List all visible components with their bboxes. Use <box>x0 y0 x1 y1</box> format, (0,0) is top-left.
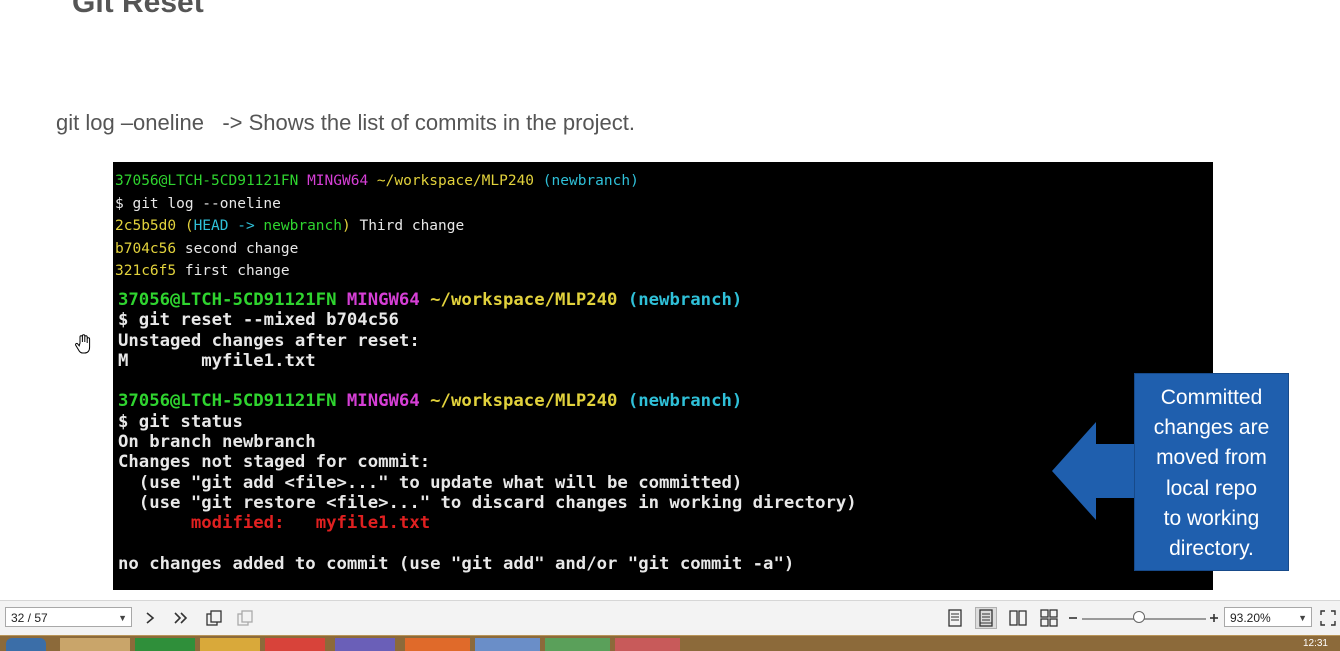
ref-close: ) <box>342 218 351 234</box>
two-page-icon <box>1009 610 1027 626</box>
command-line: $ git status <box>118 411 243 432</box>
fit-icon <box>237 610 253 626</box>
slide-subtitle: git log –oneline -> Shows the list of co… <box>56 110 636 135</box>
command-line: $ git reset --mixed b704c56 <box>118 310 399 331</box>
prompt-path: ~/workspace/MLP240 <box>430 290 618 310</box>
taskbar-app-red[interactable] <box>615 638 680 651</box>
windows-taskbar: 12:31 <box>0 635 1340 651</box>
two-page-view-button[interactable] <box>1007 607 1029 629</box>
fullscreen-icon <box>1320 610 1336 626</box>
output-line: Unstaged changes after reset: <box>118 330 420 351</box>
prompt-user: 37056@LTCH-5CD91121FN <box>118 391 337 412</box>
prompt-path: ~/workspace/MLP240 <box>430 391 618 412</box>
output-line: (use "git restore <file>..." to discard … <box>118 492 857 513</box>
terminal-screenshot: 37056@LTCH-5CD91121FN MINGW64 ~/workspac… <box>113 162 1213 590</box>
continuous-page-view-button[interactable] <box>975 607 997 629</box>
page-indicator: 32 / 57 <box>11 611 48 625</box>
start-button[interactable] <box>6 638 46 651</box>
rotate-button[interactable] <box>203 607 225 629</box>
terminal-log-block: 37056@LTCH-5CD91121FN MINGW64 ~/workspac… <box>115 170 639 283</box>
prompt-branch: (newbranch) <box>627 391 743 412</box>
taskbar-app-powerpoint[interactable] <box>405 638 470 651</box>
terminal-reset-block: 37056@LTCH-5CD91121FN MINGW64 ~/workspac… <box>118 290 857 574</box>
prompt-shell: MINGW64 <box>307 173 369 189</box>
prompt-user: 37056@LTCH-5CD91121FN <box>118 290 337 310</box>
last-page-icon <box>174 612 188 624</box>
zoom-level: 93.20% <box>1230 611 1271 625</box>
commit-message: Third change <box>359 218 465 234</box>
command-line: $ git log --oneline <box>115 195 281 212</box>
branch-ref: newbranch <box>263 218 342 234</box>
zoom-in-icon <box>1210 614 1218 622</box>
callout-line: moved from <box>1156 446 1267 470</box>
single-page-view-button[interactable] <box>944 607 966 629</box>
commit-message: second change <box>184 240 299 257</box>
taskbar-app-folder[interactable] <box>200 638 260 651</box>
chevron-down-icon: ▼ <box>1298 613 1307 623</box>
head-ref: HEAD -> <box>193 218 255 234</box>
hand-cursor-icon <box>75 334 91 354</box>
left-arrow-icon <box>1052 422 1142 520</box>
zoom-select[interactable]: 93.20% ▼ <box>1224 607 1312 627</box>
ref-open: ( <box>184 218 194 234</box>
status-flag: M <box>118 350 129 371</box>
callout-line: to working <box>1163 506 1260 530</box>
callout-box: Committed changes are moved from local r… <box>1134 373 1289 571</box>
modified-file: myfile1.txt <box>315 513 431 534</box>
fit-button[interactable] <box>234 607 256 629</box>
commit-hash: 2c5b5d0 <box>115 218 177 234</box>
commit-message: first change <box>184 263 290 279</box>
zoom-in-button[interactable] <box>1203 607 1225 629</box>
taskbar-app-explorer[interactable] <box>60 638 130 651</box>
callout-line: Committed <box>1160 386 1263 409</box>
taskbar-app-green[interactable] <box>545 638 610 651</box>
slide-title: Git Reset <box>72 0 204 19</box>
rotate-icon <box>206 610 222 626</box>
fullscreen-button[interactable] <box>1317 607 1339 629</box>
zoom-out-icon <box>1069 617 1077 619</box>
prompt-shell: MINGW64 <box>346 391 420 412</box>
file-name: myfile1.txt <box>201 350 316 371</box>
prompt-branch: (newbranch) <box>542 173 639 189</box>
viewer-toolbar: 32 / 57 ▼ 93.20% ▼ <box>0 600 1340 635</box>
callout-line: changes are <box>1153 416 1270 440</box>
callout-line: local repo <box>1165 476 1258 500</box>
next-page-icon <box>146 612 155 624</box>
prompt-path: ~/workspace/MLP240 <box>376 173 535 189</box>
output-line: no changes added to commit (use "git add… <box>118 553 795 574</box>
prompt-branch: (newbranch) <box>627 290 743 310</box>
next-page-button[interactable] <box>139 607 161 629</box>
commit-hash: 321c6f5 <box>115 263 177 279</box>
callout-line: directory. <box>1169 537 1254 561</box>
prompt-user: 37056@LTCH-5CD91121FN <box>115 173 299 189</box>
chevron-down-icon: ▼ <box>118 613 127 623</box>
commit-hash: b704c56 <box>115 240 177 257</box>
continuous-page-icon <box>979 609 993 627</box>
output-line: (use "git add <file>..." to update what … <box>118 472 743 493</box>
two-page-continuous-icon <box>1040 609 1058 627</box>
two-page-continuous-view-button[interactable] <box>1038 607 1060 629</box>
taskbar-app-teams[interactable] <box>335 638 395 651</box>
last-page-button[interactable] <box>170 607 192 629</box>
zoom-out-button[interactable] <box>1062 607 1084 629</box>
output-line: On branch newbranch <box>118 432 316 453</box>
output-line: Changes not staged for commit: <box>118 452 431 473</box>
single-page-icon <box>948 609 962 627</box>
taskbar-app-excel[interactable] <box>135 638 195 651</box>
taskbar-app-outlook[interactable] <box>475 638 540 651</box>
page-number-select[interactable]: 32 / 57 ▼ <box>5 607 132 627</box>
taskbar-app-chrome[interactable] <box>265 638 325 651</box>
taskbar-clock: 12:31 <box>1302 638 1328 649</box>
prompt-shell: MINGW64 <box>346 290 420 310</box>
slide: Git Reset git log –oneline -> Shows the … <box>0 0 1340 600</box>
modified-label: modified: <box>190 513 285 534</box>
zoom-slider-handle[interactable] <box>1133 611 1145 623</box>
